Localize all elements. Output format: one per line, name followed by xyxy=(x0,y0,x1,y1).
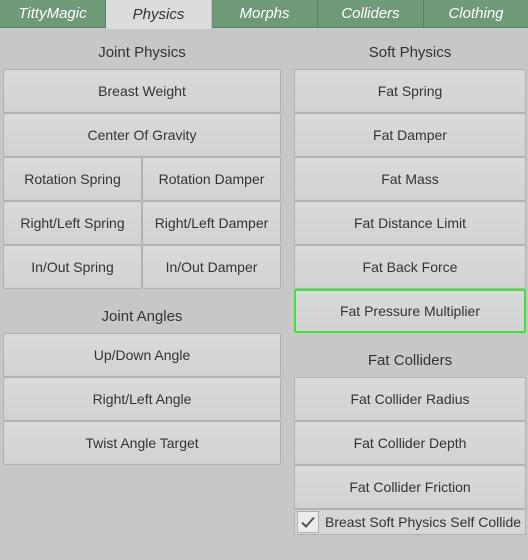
center-of-gravity-button[interactable]: Center Of Gravity xyxy=(3,113,281,157)
fat-mass-button[interactable]: Fat Mass xyxy=(294,157,526,201)
fat-damper-button[interactable]: Fat Damper xyxy=(294,113,526,157)
fat-pressure-multiplier-button[interactable]: Fat Pressure Multiplier xyxy=(294,289,526,333)
in-out-spring-button[interactable]: In/Out Spring xyxy=(3,245,142,289)
tab-tittymagic[interactable]: TittyMagic xyxy=(0,0,106,28)
fat-colliders-heading: Fat Colliders xyxy=(367,351,453,369)
self-collide-toggle[interactable]: Breast Soft Physics Self Collide xyxy=(294,509,526,535)
tab-morphs[interactable]: Morphs xyxy=(212,0,318,28)
twist-angle-target-button[interactable]: Twist Angle Target xyxy=(3,421,281,465)
joint-physics-heading: Joint Physics xyxy=(98,43,186,61)
soft-physics-heading: Soft Physics xyxy=(368,43,452,61)
tab-colliders[interactable]: Colliders xyxy=(318,0,424,28)
tab-bar: TittyMagic Physics Morphs Colliders Clot… xyxy=(0,0,528,29)
right-left-spring-button[interactable]: Right/Left Spring xyxy=(3,201,142,245)
check-icon xyxy=(301,516,315,528)
fat-distance-limit-button[interactable]: Fat Distance Limit xyxy=(294,201,526,245)
up-down-angle-button[interactable]: Up/Down Angle xyxy=(3,333,281,377)
tab-physics[interactable]: Physics xyxy=(106,0,212,29)
joint-angles-heading: Joint Angles xyxy=(101,307,183,325)
self-collide-label: Breast Soft Physics Self Collide xyxy=(325,514,522,530)
fat-back-force-button[interactable]: Fat Back Force xyxy=(294,245,526,289)
rotation-damper-button[interactable]: Rotation Damper xyxy=(142,157,281,201)
tab-clothing[interactable]: Clothing xyxy=(424,0,528,28)
fat-collider-radius-button[interactable]: Fat Collider Radius xyxy=(294,377,526,421)
fat-collider-depth-button[interactable]: Fat Collider Depth xyxy=(294,421,526,465)
breast-weight-button[interactable]: Breast Weight xyxy=(3,69,281,113)
right-left-damper-button[interactable]: Right/Left Damper xyxy=(142,201,281,245)
in-out-damper-button[interactable]: In/Out Damper xyxy=(142,245,281,289)
fat-collider-friction-button[interactable]: Fat Collider Friction xyxy=(294,465,526,509)
rotation-spring-button[interactable]: Rotation Spring xyxy=(3,157,142,201)
self-collide-checkbox[interactable] xyxy=(297,511,319,533)
fat-spring-button[interactable]: Fat Spring xyxy=(294,69,526,113)
right-left-angle-button[interactable]: Right/Left Angle xyxy=(3,377,281,421)
